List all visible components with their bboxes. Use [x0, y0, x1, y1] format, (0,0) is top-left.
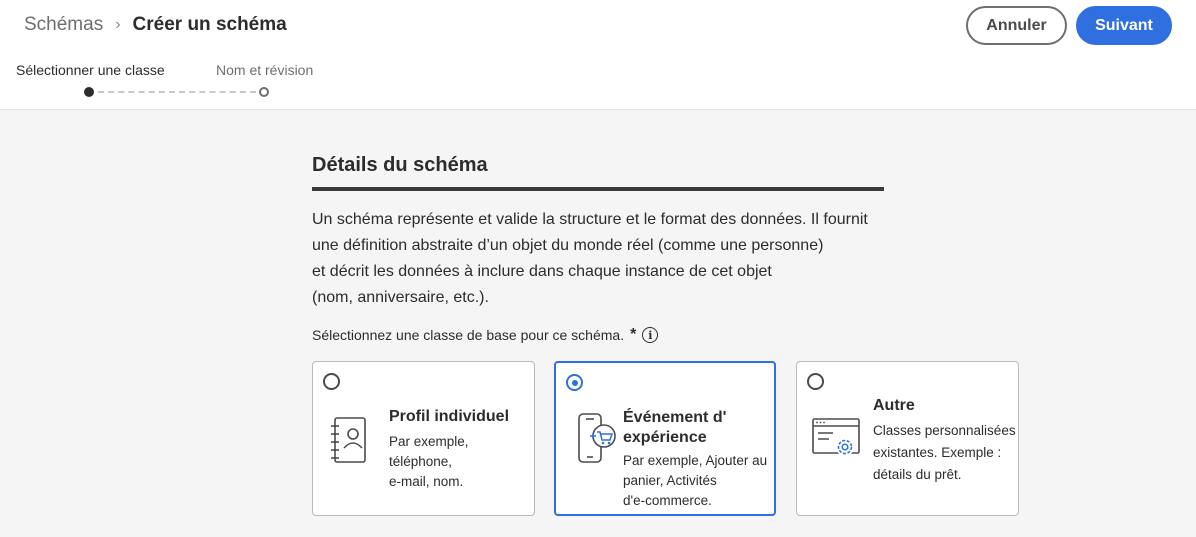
class-card-experience-event[interactable]: Événement d' expérience Par exemple, Ajo…	[554, 361, 776, 516]
card-description: Par exemple, Ajouter au panier, Activité…	[623, 451, 767, 511]
card-title: Profil individuel	[389, 407, 509, 427]
step-connector	[98, 91, 256, 93]
contact-book-icon	[331, 417, 366, 463]
card-desc-line: Par exemple, Ajouter au	[623, 453, 768, 468]
info-icon[interactable]: i	[642, 327, 659, 343]
radio-experience-event[interactable]	[566, 374, 583, 391]
card-description: Classes personnalisées existantes. Exemp…	[873, 420, 1016, 486]
page-title: Créer un schéma	[132, 14, 287, 35]
card-desc-line: détails du prêt.	[873, 467, 962, 482]
class-prompt: Sélectionnez une classe de base pour ce …	[312, 326, 659, 344]
class-card-individual-profile[interactable]: Profil individuel Par exemple, téléphone…	[312, 361, 535, 516]
next-button[interactable]: Suivant	[1076, 6, 1172, 45]
class-prompt-label: Sélectionnez une classe de base pour ce …	[312, 327, 625, 343]
step-indicator-pending	[259, 87, 269, 97]
card-desc-line: existantes. Exemple :	[873, 445, 1002, 460]
chevron-right-icon: ›	[115, 16, 121, 33]
card-desc-line: Par exemple,	[389, 434, 469, 449]
step-label-name-review: Nom et révision	[216, 62, 314, 78]
window-gear-icon	[812, 418, 860, 456]
breadcrumb-schemas-link[interactable]: Schémas	[24, 14, 103, 36]
card-title-line: expérience	[623, 429, 707, 446]
card-desc-line: d'e-commerce.	[623, 493, 712, 508]
schema-description: Un schéma représente et valide la struct…	[312, 207, 892, 311]
step-indicator-active	[84, 87, 94, 97]
class-card-other[interactable]: Autre Classes personnalisées existantes.…	[796, 361, 1019, 516]
step-label-select-class: Sélectionner une classe	[16, 62, 165, 78]
radio-individual-profile[interactable]	[323, 373, 340, 390]
mobile-cart-icon	[578, 413, 616, 463]
card-title-line: Autre	[873, 397, 915, 414]
card-title: Événement d' expérience	[623, 408, 726, 448]
description-line: (nom, anniversaire, etc.).	[312, 289, 489, 306]
description-line: Un schéma représente et valide la struct…	[312, 211, 868, 228]
breadcrumb: Schémas › Créer un schéma	[24, 14, 287, 36]
cancel-button[interactable]: Annuler	[966, 6, 1067, 45]
card-title: Autre	[873, 396, 915, 416]
card-title-line: Événement d'	[623, 409, 727, 426]
section-title: Détails du schéma	[312, 154, 488, 176]
radio-other[interactable]	[807, 373, 824, 390]
card-desc-line: e-mail, nom.	[389, 474, 464, 489]
required-marker: *	[630, 326, 637, 343]
card-desc-line: panier, Activités	[623, 473, 717, 488]
description-line: une définition abstraite d’un objet du m…	[312, 237, 824, 254]
description-line: et décrit les données à inclure dans cha…	[312, 263, 772, 280]
card-desc-line: téléphone,	[389, 454, 453, 469]
card-description: Par exemple, téléphone, e-mail, nom.	[389, 432, 469, 492]
card-desc-line: Classes personnalisées	[873, 423, 1016, 438]
card-title-line: Profil individuel	[389, 408, 510, 425]
section-divider	[312, 187, 884, 191]
top-bar: Schémas › Créer un schéma Annuler Suivan…	[0, 0, 1196, 110]
